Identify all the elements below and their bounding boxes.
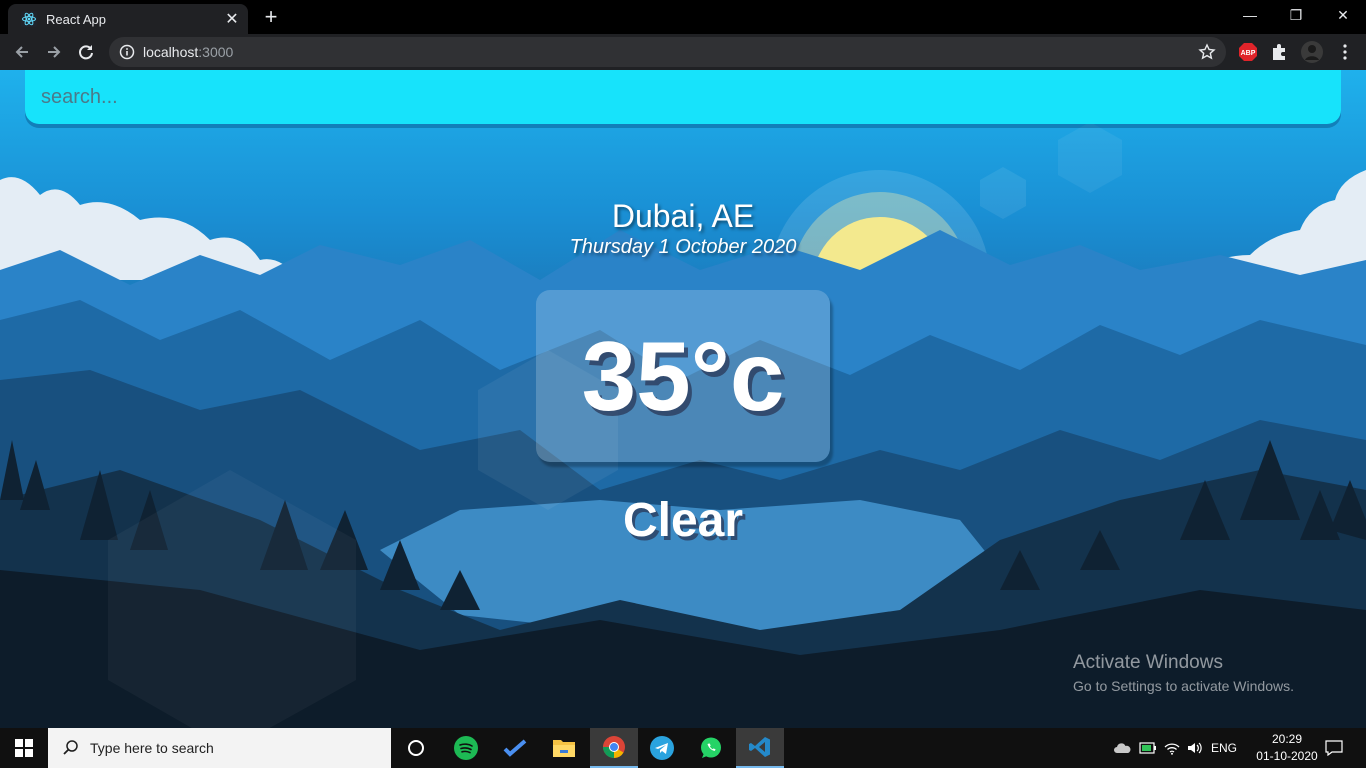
date-text: Thursday 1 October 2020 [569,236,797,258]
close-window-button[interactable]: ✕ [1320,0,1366,32]
avatar[interactable] [1301,41,1323,63]
notifications-icon[interactable] [1320,728,1348,768]
puzzle-icon[interactable] [1269,41,1291,63]
info-icon[interactable] [119,44,135,60]
windows-start-icon[interactable] [0,728,48,768]
todo-icon[interactable] [491,728,539,768]
clock-date: 01-10-2020 [1256,749,1318,763]
back-icon[interactable] [8,38,36,66]
search-icon [62,739,80,757]
location-text: Dubai, AE [611,198,755,234]
temperature-value: 35°c [581,320,785,431]
tab-strip: React App ✕ + — ❐ ✕ [0,0,1366,34]
forward-icon[interactable] [40,38,68,66]
reload-icon[interactable] [72,38,100,66]
taskbar-search-placeholder: Type here to search [90,740,214,756]
language-indicator[interactable]: ENG [1208,728,1240,768]
volume-icon[interactable] [1185,728,1205,768]
taskbar: Type here to search ENG 20:29 01-10-2020 [0,728,1366,768]
taskbar-search-box[interactable]: Type here to search [48,728,391,768]
svg-text:ABP: ABP [1241,50,1256,57]
url-text: localhost:3000 [143,44,234,60]
telegram-icon[interactable] [638,728,686,768]
new-tab-button[interactable]: + [258,4,284,30]
tab-title: React App [46,11,106,27]
activate-windows-watermark: Activate Windows Go to Settings to activ… [1073,652,1294,694]
weather-page: Dubai, AE Thursday 1 October 2020 35°c C… [0,70,1366,728]
search-input[interactable] [39,84,1341,110]
weather-condition: Clear [622,494,744,547]
react-icon [20,10,38,28]
address-bar[interactable]: localhost:3000 [109,37,1226,67]
onedrive-icon[interactable] [1112,728,1132,768]
whatsapp-icon[interactable] [687,728,735,768]
minimize-button[interactable]: — [1227,0,1273,32]
restore-button[interactable]: ❐ [1273,0,1319,32]
browser-toolbar: localhost:3000 ABP [0,34,1366,70]
bookmark-star-icon[interactable] [1198,43,1216,61]
wifi-icon[interactable] [1162,728,1182,768]
clock-time: 20:29 [1271,732,1303,746]
file-explorer-icon[interactable] [540,728,588,768]
vscode-icon[interactable] [736,728,784,768]
tab-react-app[interactable]: React App ✕ [8,4,248,34]
menu-icon[interactable] [1334,41,1356,63]
battery-icon[interactable] [1137,728,1159,768]
watermark-title: Activate Windows [1073,652,1223,673]
watermark-subtitle: Go to Settings to activate Windows. [1073,678,1294,694]
chrome-icon[interactable] [590,728,638,768]
search-bar[interactable] [25,70,1341,124]
spotify-icon[interactable] [442,728,490,768]
tab-close-icon[interactable]: ✕ [222,9,242,29]
temperature-box: 35°c [536,290,830,462]
adblock-icon[interactable]: ABP [1237,41,1259,63]
system-clock[interactable]: 20:29 01-10-2020 [1254,731,1320,765]
cortana-icon[interactable] [392,728,440,768]
